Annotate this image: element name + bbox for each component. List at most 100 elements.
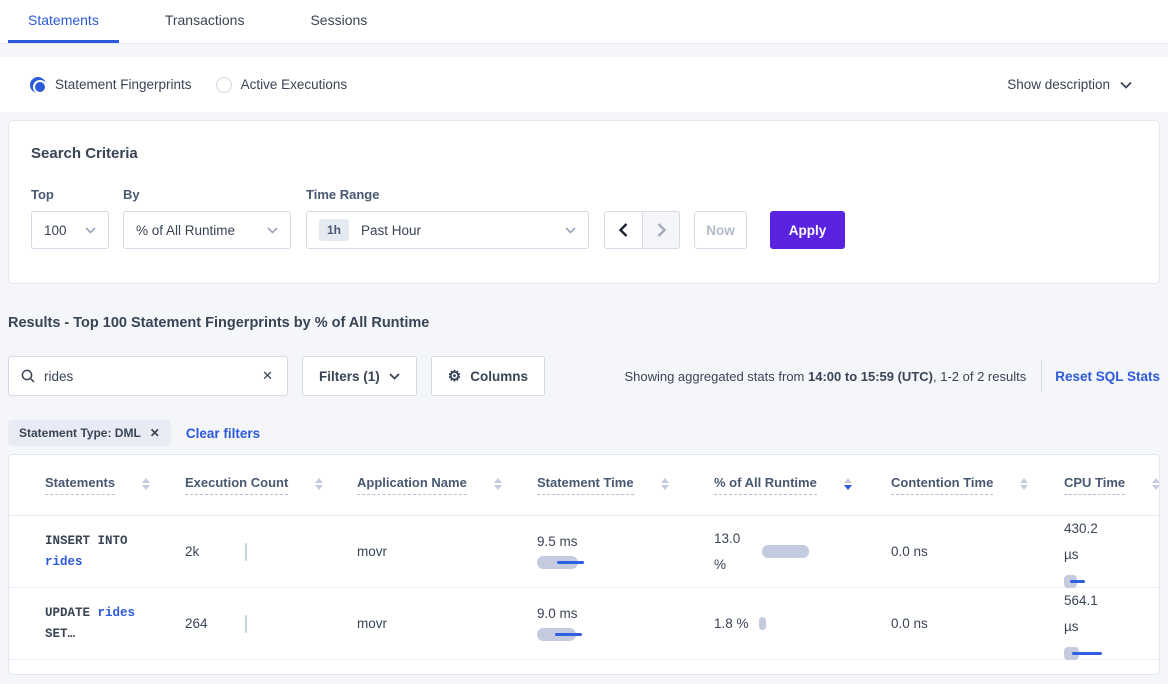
radio-selected-icon: [30, 77, 46, 93]
column-header-statement-time[interactable]: Statement Time: [537, 455, 669, 515]
columns-button[interactable]: ⚙ Columns: [431, 356, 545, 396]
column-label: CPU Time: [1064, 475, 1125, 495]
column-header-pct-all-runtime[interactable]: % of All Runtime: [714, 455, 852, 515]
show-description-toggle[interactable]: Show description: [1007, 77, 1138, 92]
tab-sessions[interactable]: Sessions: [290, 0, 387, 43]
sort-icon[interactable]: [1020, 478, 1028, 490]
statements-cell: UPDATE rides SET…: [45, 588, 135, 659]
pct-runtime-cell: 1.8 %: [714, 588, 766, 659]
view-toggle-bar: Statement Fingerprints Active Executions…: [0, 57, 1168, 112]
apply-button[interactable]: Apply: [770, 211, 845, 249]
vertical-divider: [1041, 359, 1042, 393]
sort-icon[interactable]: [661, 478, 669, 490]
cpu-time-bar: [1064, 647, 1104, 659]
chevron-down-icon: [389, 373, 400, 380]
time-range-select[interactable]: 1h Past Hour: [306, 211, 589, 249]
contention-time-cell: 0.0 ns: [891, 588, 928, 659]
time-prev-button[interactable]: [605, 212, 642, 248]
column-header-cpu-time[interactable]: CPU Time: [1064, 455, 1160, 515]
filters-label: Filters (1): [319, 369, 380, 384]
column-label: Application Name: [357, 475, 467, 495]
column-header-contention-time[interactable]: Contention Time: [891, 455, 1028, 515]
sort-icon[interactable]: [315, 478, 323, 490]
cpu-time-value: 564.1 µs: [1064, 588, 1110, 640]
time-range-badge: 1h: [319, 219, 349, 241]
top-label: Top: [31, 187, 109, 202]
statement-time-value: 9.5 ms: [537, 534, 578, 549]
pct-runtime-value: 13.0 %: [714, 526, 750, 578]
tab-statements[interactable]: Statements: [8, 0, 119, 43]
now-button[interactable]: Now: [694, 211, 747, 249]
statements-table: Statements Execution Count Application N…: [8, 454, 1160, 675]
remove-filter-icon[interactable]: ✕: [150, 426, 160, 440]
reset-sql-stats-link[interactable]: Reset SQL Stats: [1055, 369, 1160, 384]
application-name-value: movr: [357, 544, 387, 559]
active-filters-row: Statement Type: DML ✕ Clear filters: [8, 420, 1160, 446]
gear-icon: ⚙: [448, 369, 461, 384]
contention-time-cell: 0.0 ns: [891, 516, 928, 587]
by-select-value: % of All Runtime: [136, 223, 235, 238]
statement-time-cell: 9.0 ms: [537, 588, 578, 659]
sql-keyword: UPDATE: [45, 606, 90, 620]
sort-icon-active-desc[interactable]: [844, 478, 852, 490]
search-box[interactable]: ✕: [8, 356, 288, 396]
sort-icon[interactable]: [494, 478, 502, 490]
stats-range: 14:00 to 15:59 (UTC): [808, 369, 933, 384]
radio-statement-fingerprints[interactable]: Statement Fingerprints: [30, 77, 192, 93]
time-range-field: Time Range 1h Past Hour: [306, 187, 589, 249]
statement-fingerprint-link[interactable]: rides: [45, 555, 83, 569]
execution-count-cell: 2k: [185, 516, 199, 587]
application-name-cell: movr: [357, 588, 387, 659]
clear-filters-link[interactable]: Clear filters: [186, 426, 260, 441]
by-select[interactable]: % of All Runtime: [123, 211, 291, 249]
search-criteria-card: Search Criteria Top 100 By % of All Runt…: [8, 120, 1160, 284]
column-header-execution-count[interactable]: Execution Count: [185, 455, 323, 515]
by-label: By: [123, 187, 291, 202]
top-tab-bar: Statements Transactions Sessions: [0, 0, 1168, 44]
filter-pill-label: Statement Type: DML: [19, 426, 141, 440]
column-label: Execution Count: [185, 475, 288, 495]
search-criteria-title: Search Criteria: [31, 145, 1137, 162]
statement-fingerprint-link[interactable]: rides: [98, 606, 136, 620]
column-label: Contention Time: [891, 475, 993, 495]
clear-search-icon[interactable]: ✕: [260, 368, 275, 384]
time-next-button[interactable]: [642, 212, 679, 248]
search-input[interactable]: [44, 369, 260, 384]
radio-label: Statement Fingerprints: [55, 77, 192, 92]
pct-runtime-bar: [759, 617, 766, 630]
cpu-time-cell: 564.1 µs: [1064, 588, 1110, 659]
column-label: Statements: [45, 475, 115, 495]
show-description-label: Show description: [1007, 77, 1110, 92]
execution-count-value: 264: [185, 616, 208, 631]
table-header-row: Statements Execution Count Application N…: [9, 455, 1159, 516]
sort-icon[interactable]: [1152, 478, 1160, 490]
top-field: Top 100: [31, 187, 109, 249]
stats-prefix: Showing aggregated stats from: [624, 369, 808, 384]
radio-label: Active Executions: [241, 77, 348, 92]
column-header-statements[interactable]: Statements: [45, 455, 150, 515]
top-select[interactable]: 100: [31, 211, 109, 249]
execution-count-value: 2k: [185, 544, 199, 559]
count-bar: [245, 543, 247, 561]
pct-runtime-cell: 13.0 %: [714, 516, 809, 587]
column-label: % of All Runtime: [714, 475, 817, 495]
aggregated-stats-text: Showing aggregated stats from 14:00 to 1…: [624, 369, 1026, 384]
statement-time-value: 9.0 ms: [537, 606, 578, 621]
results-heading: Results - Top 100 Statement Fingerprints…: [8, 315, 1160, 331]
column-header-application-name[interactable]: Application Name: [357, 455, 502, 515]
cpu-time-value: 430.2 µs: [1064, 516, 1110, 568]
filters-button[interactable]: Filters (1): [302, 356, 417, 396]
radio-unselected-icon: [216, 77, 232, 93]
sql-tail: SET…: [45, 627, 75, 641]
cpu-time-bar: [1064, 575, 1104, 587]
filter-pill-statement-type[interactable]: Statement Type: DML ✕: [8, 420, 171, 446]
radio-active-executions[interactable]: Active Executions: [216, 77, 348, 93]
time-range-label: Time Range: [306, 187, 589, 202]
results-toolbar: ✕ Filters (1) ⚙ Columns Showing aggregat…: [8, 356, 1160, 396]
search-criteria-form: Top 100 By % of All Runtime Time Range 1…: [31, 187, 1137, 249]
tab-transactions[interactable]: Transactions: [145, 0, 265, 43]
chevron-right-icon: [657, 223, 666, 237]
statements-cell: INSERT INTO rides: [45, 516, 128, 587]
sort-icon[interactable]: [142, 478, 150, 490]
pct-runtime-bar: [762, 545, 809, 558]
